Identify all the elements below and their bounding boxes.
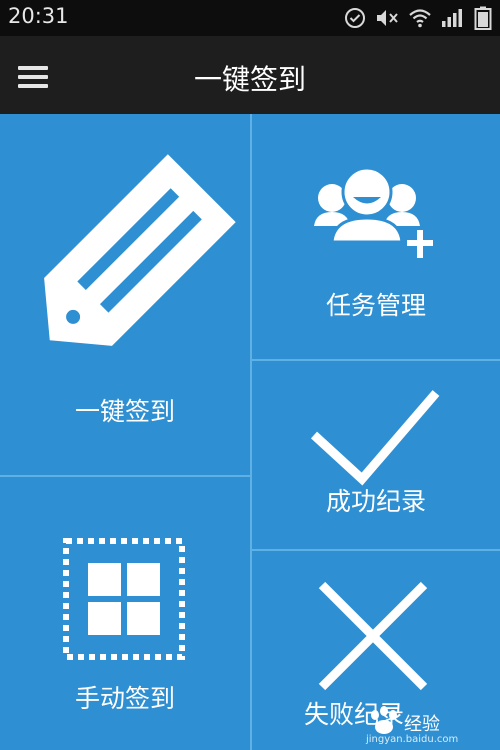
watermark-url: jingyan.baidu.com: [366, 734, 459, 745]
paw-logo-icon: [371, 706, 397, 734]
title-bar: 一键签到: [0, 36, 500, 114]
tile-one-key-checkin[interactable]: 一键签到: [0, 114, 250, 475]
tile-label: 一键签到: [74, 397, 175, 426]
battery-icon: [474, 6, 492, 30]
checkmark-icon: [310, 390, 440, 486]
users-add-icon: [314, 166, 433, 258]
tile-label: 成功纪录: [325, 487, 426, 516]
tile-label: 手动签到: [74, 684, 175, 713]
tile-success-records[interactable]: 成功纪录: [252, 361, 500, 549]
wifi-icon: [409, 9, 431, 28]
baidu-watermark: 经验 jingyan.baidu.com: [364, 706, 494, 750]
check-circle-icon: [345, 8, 365, 28]
status-time: 20:31: [8, 4, 69, 28]
signal-icon: [442, 9, 462, 27]
status-bar: 20:31: [0, 0, 500, 36]
page-title: 一键签到: [193, 63, 306, 96]
tile-grid: 一键签到 任务管理 成功纪录 手动签到 失败纪录 经验 jingyan.baid…: [0, 114, 500, 750]
mute-icon: [377, 10, 398, 26]
status-icons: [344, 6, 492, 30]
tile-manual-checkin[interactable]: 手动签到: [0, 477, 250, 750]
tile-label: 任务管理: [325, 291, 426, 320]
watermark-text: 经验: [404, 714, 440, 735]
tile-task-management[interactable]: 任务管理: [252, 114, 500, 359]
